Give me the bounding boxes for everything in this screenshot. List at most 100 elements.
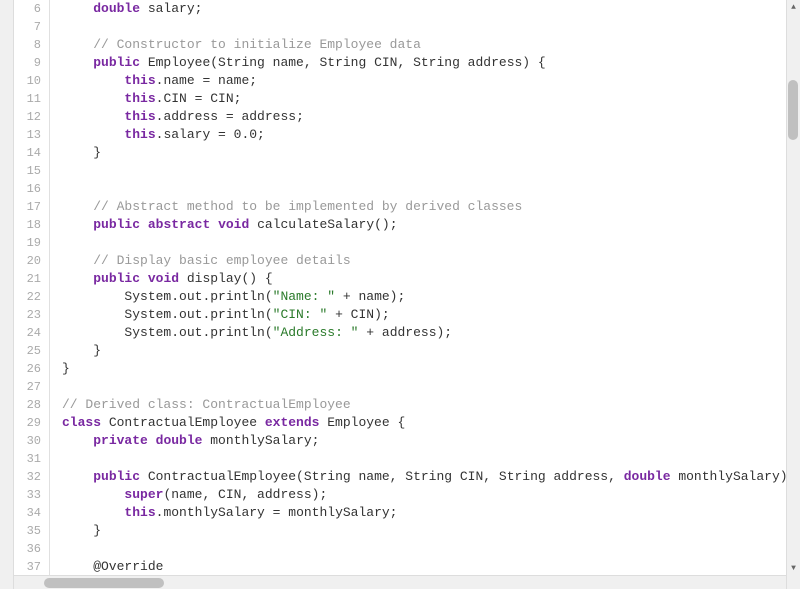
code-token: Employee { [319,415,405,430]
code-token: abstract [148,217,210,232]
line-number: 30 [18,432,41,450]
code-token: ContractualEmployee(String name, String … [140,469,624,484]
code-content[interactable]: double salary; // Constructor to initial… [50,0,786,589]
line-number: 24 [18,324,41,342]
line-number: 19 [18,234,41,252]
code-token [62,325,124,340]
code-token [62,109,124,124]
code-token [148,433,156,448]
line-number: 37 [18,558,41,576]
code-token: this [124,91,155,106]
code-line: double salary; [62,0,786,18]
code-token [62,91,124,106]
code-token [62,73,124,88]
line-number: 36 [18,540,41,558]
code-token: // Constructor to initialize Employee da… [93,37,421,52]
line-number: 29 [18,414,41,432]
code-token: System.out [124,307,202,322]
code-token: @Override [62,559,163,574]
code-token: .monthlySalary = monthlySalary; [156,505,398,520]
code-line [62,540,786,558]
line-number: 12 [18,108,41,126]
code-token [62,55,93,70]
scroll-down-arrow[interactable]: ▼ [787,561,800,575]
code-token: // Derived class: ContractualEmployee [62,397,351,412]
code-line: } [62,522,786,540]
code-token: double [156,433,203,448]
line-number: 25 [18,342,41,360]
code-token: this [124,73,155,88]
line-number: 26 [18,360,41,378]
code-token: ContractualEmployee [101,415,265,430]
code-token [140,217,148,232]
code-line: // Constructor to initialize Employee da… [62,36,786,54]
code-line: // Derived class: ContractualEmployee [62,396,786,414]
code-token [62,217,93,232]
line-number: 14 [18,144,41,162]
code-line: this.name = name; [62,72,786,90]
line-number: 15 [18,162,41,180]
code-token: .println( [202,289,272,304]
line-number: 33 [18,486,41,504]
code-token: .salary = 0.0; [156,127,265,142]
code-line [62,18,786,36]
code-token: .println( [202,307,272,322]
line-number: 23 [18,306,41,324]
code-token: private [93,433,148,448]
scroll-bottom-thumb[interactable] [44,578,164,588]
scrollbar-right[interactable]: ▲ ▼ [786,0,800,589]
code-token [62,505,124,520]
code-line: // Abstract method to be implemented by … [62,198,786,216]
code-token: Employee(String name, String CIN, String… [140,55,546,70]
code-token: + name); [335,289,405,304]
code-line: public void display() { [62,270,786,288]
code-line [62,378,786,396]
code-token: this [124,127,155,142]
code-token [62,127,124,142]
code-token: // Display basic employee details [93,253,350,268]
code-token [62,37,93,52]
line-number: 7 [18,18,41,36]
code-token: + CIN); [327,307,389,322]
code-line: } [62,342,786,360]
code-token: .name = name; [156,73,257,88]
code-token: // Abstract method to be implemented by … [93,199,522,214]
code-token: this [124,505,155,520]
code-token [62,307,124,322]
code-line: this.monthlySalary = monthlySalary; [62,504,786,522]
code-token: void [148,271,179,286]
code-token: class [62,415,101,430]
scrollbar-left[interactable] [0,0,14,589]
code-line [62,162,786,180]
line-number: 21 [18,270,41,288]
line-number: 35 [18,522,41,540]
code-token: double [93,1,140,16]
editor-container: 6789101112131415161718192021222324252627… [0,0,800,589]
line-number: 20 [18,252,41,270]
code-line: this.address = address; [62,108,786,126]
code-token: super [124,487,163,502]
line-number: 18 [18,216,41,234]
line-numbers: 6789101112131415161718192021222324252627… [14,0,50,589]
line-number: 31 [18,450,41,468]
code-line: System.out.println("Address: " + address… [62,324,786,342]
code-token [62,469,93,484]
line-number: 9 [18,54,41,72]
scroll-up-arrow[interactable]: ▲ [787,0,800,14]
code-token: salary; [140,1,202,16]
scrollbar-bottom[interactable] [14,575,786,589]
line-number: 6 [18,0,41,18]
code-line: } [62,144,786,162]
code-line [62,450,786,468]
code-line: System.out.println("CIN: " + CIN); [62,306,786,324]
code-token: + address); [358,325,452,340]
code-line: public abstract void calculateSalary(); [62,216,786,234]
code-token: void [218,217,249,232]
code-token: "CIN: " [273,307,328,322]
code-line: public Employee(String name, String CIN,… [62,54,786,72]
scroll-thumb[interactable] [788,80,798,140]
line-number: 17 [18,198,41,216]
code-token: .CIN = CIN; [156,91,242,106]
code-token: double [624,469,671,484]
code-line: // Display basic employee details [62,252,786,270]
